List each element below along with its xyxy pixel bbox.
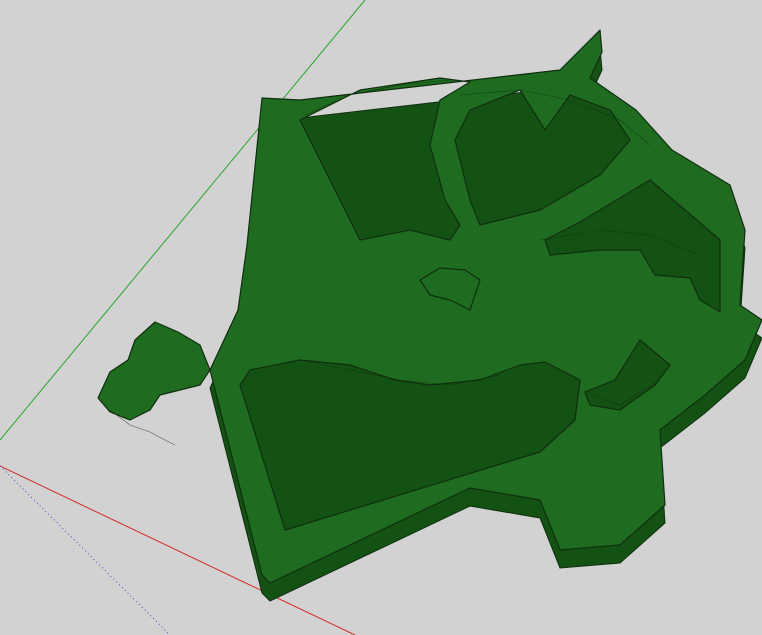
scene-canvas[interactable]: [0, 0, 762, 635]
ornament-model[interactable]: [97, 29, 762, 602]
blue-axis-line: [0, 465, 171, 635]
3d-viewport[interactable]: [0, 0, 762, 635]
